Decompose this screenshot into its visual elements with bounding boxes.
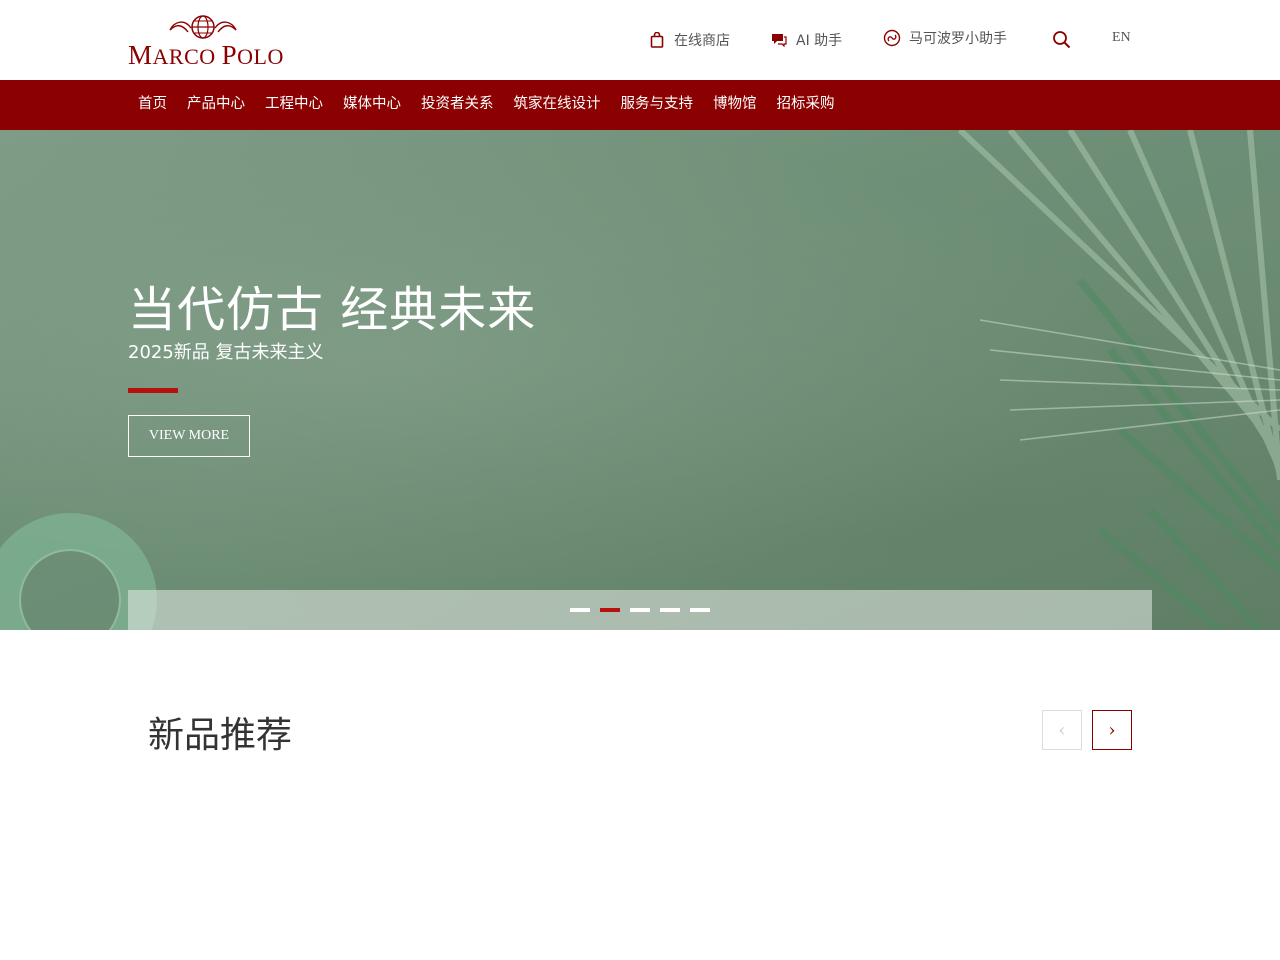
nav-item-home[interactable]: 首页 — [128, 80, 177, 130]
ai-assistant-label: AI 助手 — [796, 33, 843, 49]
carousel-dot-3[interactable] — [630, 608, 650, 612]
shopping-bag-icon — [648, 31, 666, 49]
view-more-button[interactable]: VIEW MORE — [128, 415, 250, 457]
chevron-left-icon: ‹ — [1058, 719, 1066, 741]
mini-program-label: 马可波罗小助手 — [909, 31, 1007, 47]
online-store-link[interactable]: 在线商店 — [648, 26, 730, 54]
nav-item-service[interactable]: 服务与支持 — [611, 80, 704, 130]
search-icon[interactable] — [1052, 30, 1072, 50]
carousel-pagination — [128, 590, 1152, 630]
nav-item-engineering[interactable]: 工程中心 — [255, 80, 333, 130]
carousel-dot-4[interactable] — [660, 608, 680, 612]
section-title-new-products: 新品推荐 — [148, 715, 293, 756]
carousel-next-button[interactable]: › — [1092, 710, 1132, 750]
hero-accent-bar — [128, 388, 178, 393]
carousel-prev-button[interactable]: ‹ — [1042, 710, 1082, 750]
carousel-dot-2[interactable] — [600, 608, 620, 612]
mini-program-link[interactable]: 马可波罗小助手 — [883, 24, 1007, 52]
hero-background-image — [0, 130, 1280, 630]
site-header: MARCO POLO 在线商店 AI 助手 马可波罗小助手 EN — [0, 0, 1280, 80]
carousel-dot-1[interactable] — [570, 608, 590, 612]
nav-item-museum[interactable]: 博物馆 — [703, 80, 767, 130]
main-nav: 首页 产品中心 工程中心 媒体中心 投资者关系 筑家在线设计 服务与支持 博物馆… — [0, 80, 1280, 130]
language-switch[interactable]: EN — [1112, 30, 1131, 46]
nav-item-online-design[interactable]: 筑家在线设计 — [504, 80, 611, 130]
nav-item-media[interactable]: 媒体中心 — [333, 80, 411, 130]
hero-subtitle: 2025新品 复古未来主义 — [128, 342, 324, 363]
ai-assistant-link[interactable]: AI 助手 — [770, 26, 842, 54]
nav-item-procurement[interactable]: 招标采购 — [767, 80, 845, 130]
logo-wordmark: MARCO POLO — [128, 40, 284, 70]
hero-banner[interactable]: 当代仿古 经典未来 2025新品 复古未来主义 VIEW MORE — [0, 130, 1280, 630]
carousel-dot-5[interactable] — [690, 608, 710, 612]
marco-polo-logo[interactable]: MARCO POLO — [128, 14, 283, 70]
hero-title: 当代仿古 经典未来 — [128, 282, 537, 338]
nav-item-products[interactable]: 产品中心 — [177, 80, 255, 130]
globe-emblem-icon — [169, 15, 237, 39]
chat-bubble-icon — [770, 31, 788, 49]
mini-program-icon — [883, 29, 901, 47]
online-store-label: 在线商店 — [674, 33, 730, 49]
nav-item-investors[interactable]: 投资者关系 — [411, 80, 504, 130]
chevron-right-icon: › — [1108, 719, 1116, 741]
